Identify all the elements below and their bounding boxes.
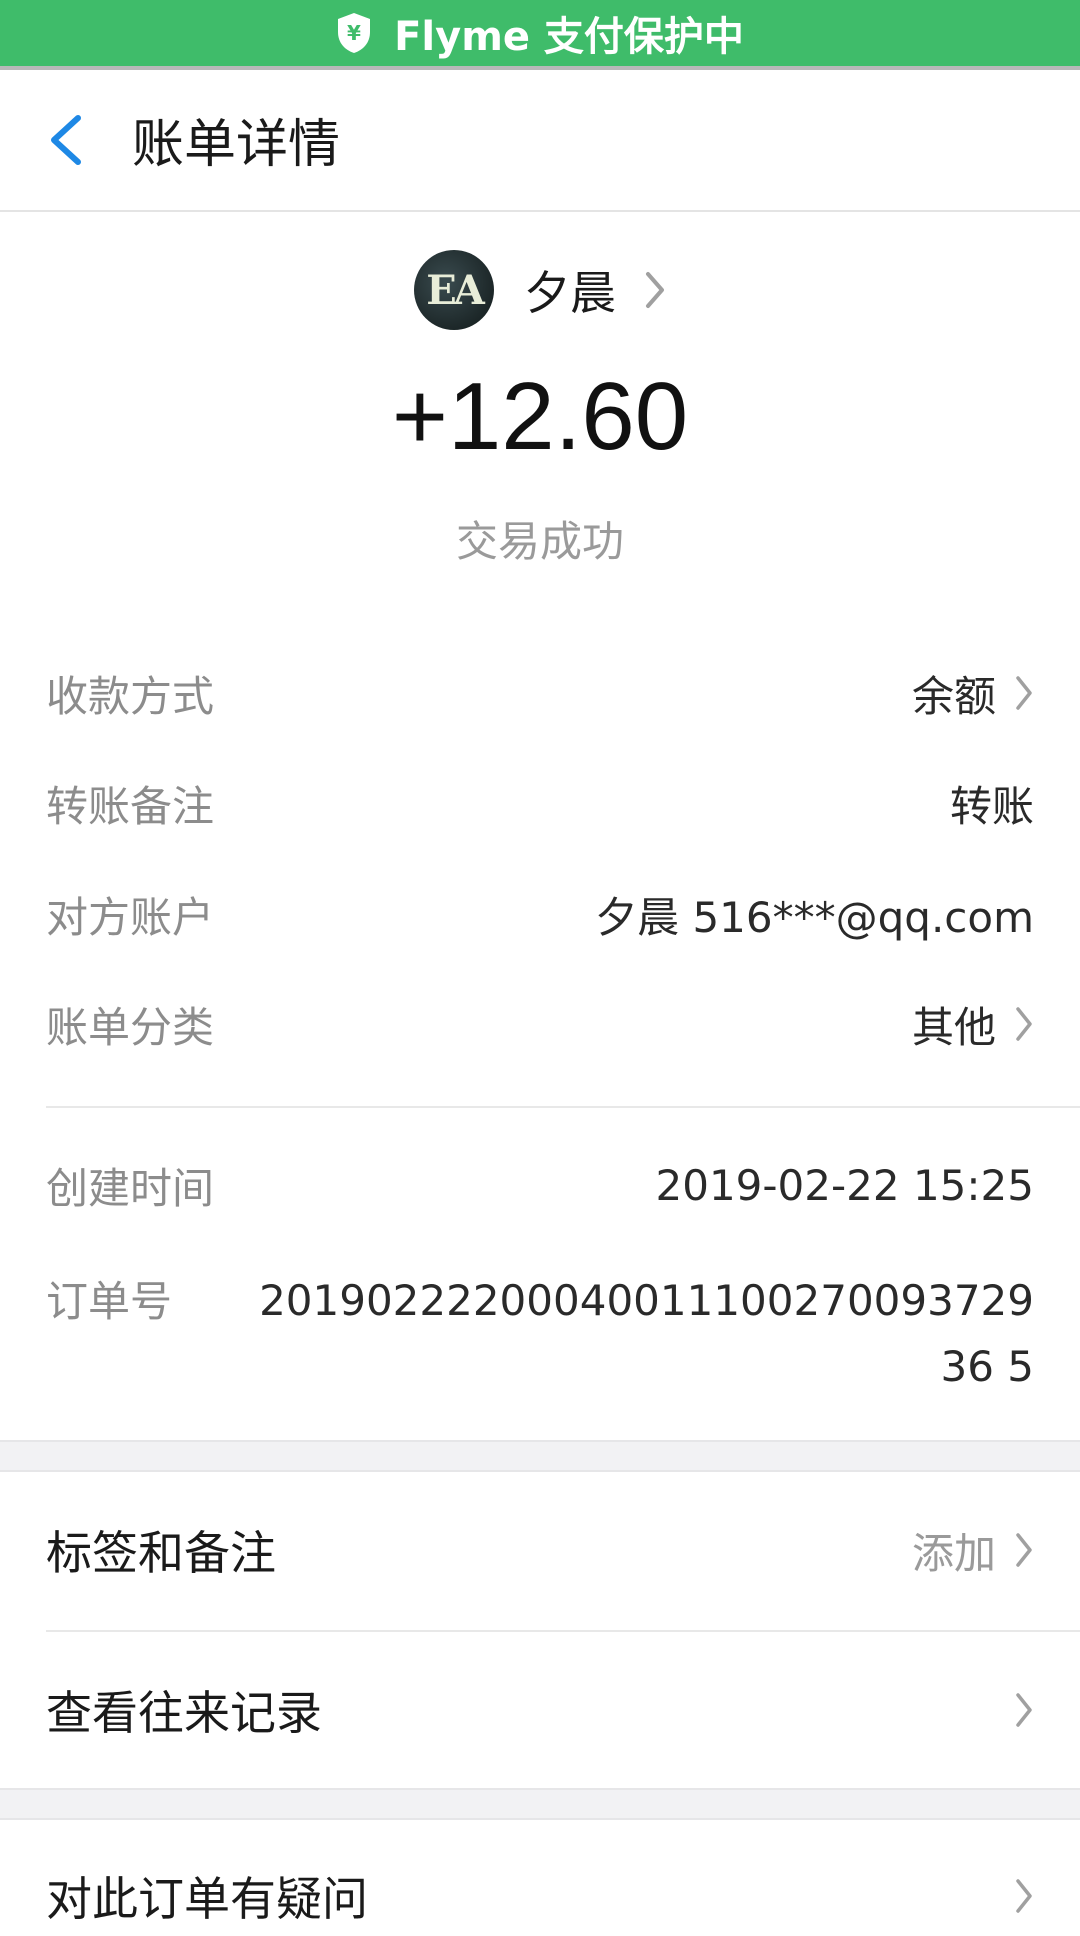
detail-value-wrap: 余额	[912, 663, 1034, 724]
detail-label: 账单分类	[46, 1002, 215, 1052]
detail-row-bill-category[interactable]: 账单分类 其他	[46, 994, 1034, 1054]
action-label: 对此订单有疑问	[46, 1872, 368, 1926]
divider	[46, 1630, 1080, 1632]
chevron-right-icon	[1016, 1533, 1032, 1567]
section-gap	[0, 1440, 1080, 1472]
detail-value: 余额	[911, 671, 996, 721]
banner-text: Flyme 支付保护中	[394, 14, 744, 60]
payment-protection-banner: ¥ Flyme 支付保护中	[0, 0, 1080, 70]
app-bar: 账单详情	[0, 70, 1080, 212]
chevron-right-icon	[1016, 1007, 1032, 1041]
action-value-wrap	[996, 1691, 1034, 1729]
chevron-right-icon	[1016, 1693, 1032, 1727]
detail-label: 对方账户	[46, 892, 215, 942]
add-label: 添加	[911, 1528, 996, 1578]
detail-value: 夕晨 516***@qq.com	[595, 892, 1034, 942]
back-button[interactable]	[42, 110, 92, 170]
created-value: 2019-02-22 15:25	[655, 1160, 1034, 1210]
chevron-right-icon	[646, 272, 664, 308]
detail-label: 转账备注	[46, 781, 215, 831]
tags-and-notes-button[interactable]: 标签和备注 添加	[46, 1510, 1034, 1590]
action-value-wrap	[996, 1877, 1034, 1915]
order-question-button[interactable]: 对此订单有疑问	[46, 1856, 1034, 1936]
chevron-right-icon	[1016, 676, 1032, 710]
section-gap	[0, 1788, 1080, 1820]
action-label: 查看往来记录	[46, 1686, 322, 1740]
action-label: 标签和备注	[46, 1526, 276, 1580]
created-label: 创建时间	[46, 1163, 215, 1213]
back-arrow-icon	[51, 115, 81, 165]
detail-value-wrap: 其他	[912, 994, 1034, 1055]
order-label: 订单号	[46, 1277, 173, 1326]
view-history-button[interactable]: 查看往来记录	[46, 1670, 1034, 1750]
shield-icon: ¥	[336, 12, 372, 54]
detail-value: 其他	[911, 1002, 996, 1052]
payer-link[interactable]: EA 夕晨	[0, 250, 1080, 330]
detail-row-transfer-note: 转账备注 转账	[46, 773, 1034, 833]
transaction-status: 交易成功	[455, 517, 624, 566]
avatar: EA	[414, 250, 494, 330]
detail-label: 收款方式	[46, 671, 215, 721]
action-value-wrap: 添加	[912, 1520, 1034, 1581]
transaction-amount: +12.60	[391, 363, 689, 470]
payer-name: 夕晨	[524, 266, 616, 320]
detail-row-counterparty-account: 对方账户 夕晨 516***@qq.com	[46, 884, 1034, 944]
svg-text:¥: ¥	[347, 21, 361, 45]
page-title: 账单详情	[132, 115, 341, 175]
divider	[46, 1106, 1080, 1108]
detail-row-payment-method[interactable]: 收款方式 余额	[46, 663, 1034, 723]
detail-value: 转账	[949, 781, 1034, 831]
chevron-right-icon	[1016, 1879, 1032, 1913]
order-number: 2019022220004001110027009372936 5	[259, 1276, 1034, 1391]
detail-row-created-time: 创建时间 2019-02-22 15:25	[46, 1155, 1034, 1215]
